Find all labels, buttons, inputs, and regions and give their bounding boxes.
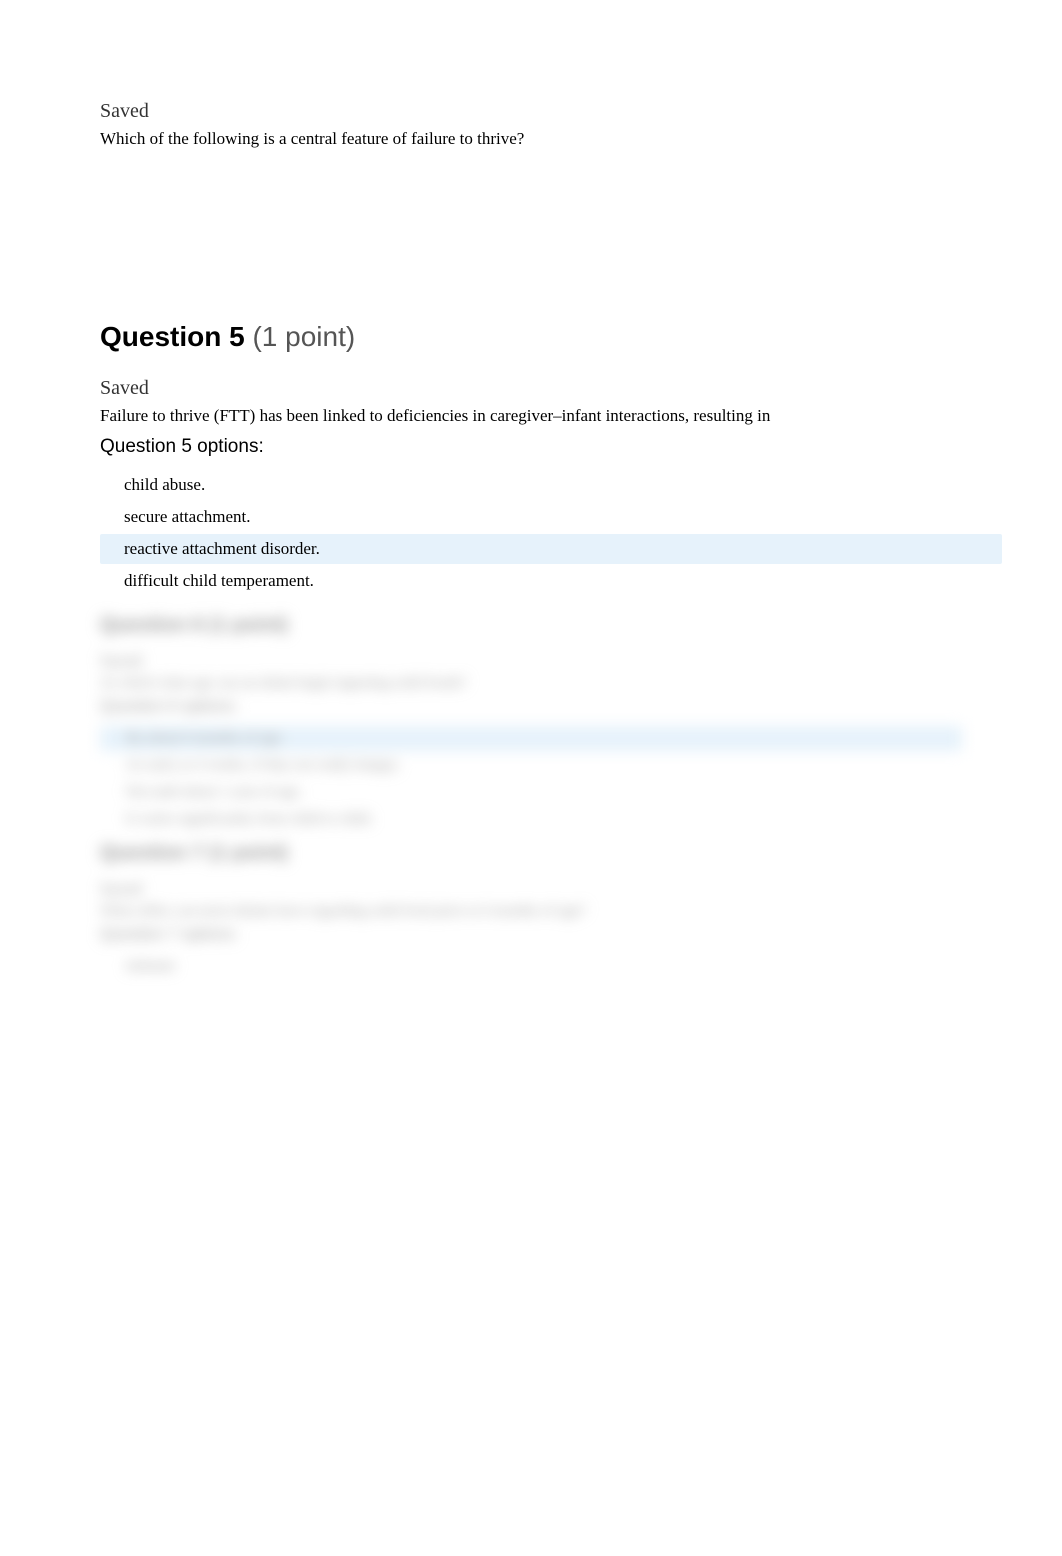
question-7-options: intimate bbox=[100, 954, 962, 979]
locked-content: Question 6 (1 point) Saved At which what… bbox=[100, 614, 962, 979]
option-text: difficult child temperament. bbox=[124, 571, 314, 591]
question-7-text: What reflex can most infants have regard… bbox=[100, 903, 962, 920]
radio-icon[interactable] bbox=[104, 542, 124, 556]
option-row: It varies significantly from child to ch… bbox=[100, 807, 962, 832]
option-text: intimate bbox=[126, 958, 175, 975]
radio-icon bbox=[108, 732, 126, 744]
question-6-options: By about 6 months of age. As early as 4 w… bbox=[100, 726, 962, 832]
saved-label: Saved bbox=[100, 651, 962, 671]
option-row: By about 6 months of age. bbox=[100, 726, 962, 751]
option-text: By about 6 months of age. bbox=[126, 730, 284, 747]
question-text: Which of the following is a central feat… bbox=[100, 127, 962, 151]
question-5-options-label: Question 5 options: bbox=[100, 436, 962, 458]
option-text: Not until about 1 year of age. bbox=[126, 784, 302, 801]
option-row[interactable]: reactive attachment disorder. bbox=[100, 534, 1002, 564]
option-row: As early as 4 weeks, if they are really … bbox=[100, 753, 962, 778]
radio-icon[interactable] bbox=[104, 478, 124, 492]
option-text: reactive attachment disorder. bbox=[124, 539, 320, 559]
question-5-heading: Question 5 (1 point) bbox=[100, 321, 962, 353]
question-points: (1 point) bbox=[245, 321, 356, 352]
option-row[interactable]: child abuse. bbox=[100, 470, 962, 500]
option-text: As early as 4 weeks, if they are really … bbox=[126, 757, 400, 774]
question-6-heading: Question 6 (1 point) bbox=[100, 614, 962, 637]
question-5-text: Failure to thrive (FTT) has been linked … bbox=[100, 404, 962, 428]
question-7-heading: Question 7 (1 point) bbox=[100, 842, 962, 865]
radio-icon bbox=[108, 786, 126, 798]
option-row[interactable]: difficult child temperament. bbox=[100, 566, 962, 596]
saved-label: Saved bbox=[100, 879, 962, 899]
radio-icon bbox=[108, 759, 126, 771]
option-row[interactable]: secure attachment. bbox=[100, 502, 962, 532]
saved-label: Saved bbox=[100, 377, 962, 400]
radio-icon[interactable] bbox=[104, 510, 124, 524]
question-7-options-label: Question 7 options: bbox=[100, 926, 962, 944]
radio-icon bbox=[108, 960, 126, 972]
question-5-options: child abuse. secure attachment. reactive a… bbox=[100, 470, 962, 596]
option-text: child abuse. bbox=[124, 475, 205, 495]
option-text: secure attachment. bbox=[124, 507, 251, 527]
option-row: intimate bbox=[100, 954, 962, 979]
saved-label: Saved bbox=[100, 100, 962, 123]
option-text: It varies significantly from child to ch… bbox=[126, 811, 373, 828]
option-row: Not until about 1 year of age. bbox=[100, 780, 962, 805]
question-6-text: At which what age can an infant begin in… bbox=[100, 675, 962, 692]
prior-question-fragment: Saved Which of the following is a centra… bbox=[100, 100, 962, 151]
question-6-options-label: Question 6 options: bbox=[100, 698, 962, 716]
radio-icon bbox=[108, 813, 126, 825]
radio-icon[interactable] bbox=[104, 574, 124, 588]
question-number: Question 5 bbox=[100, 321, 245, 352]
